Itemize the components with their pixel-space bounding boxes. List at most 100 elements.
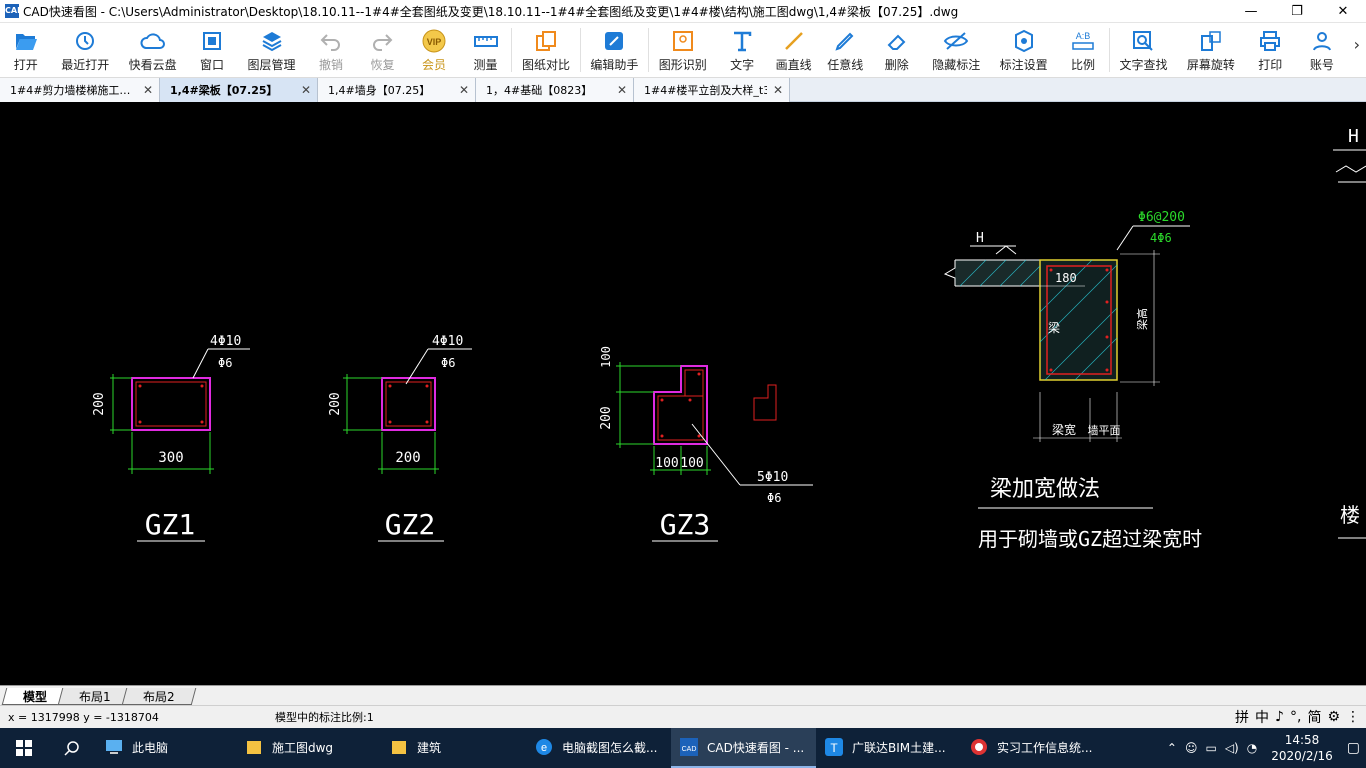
- gz3-dim-top: 100: [599, 346, 613, 368]
- toolbar-line-button[interactable]: 画直线: [768, 23, 820, 78]
- toolbar-label: 快看云盘: [128, 58, 177, 72]
- beam-widening-detail: H 180 梁 Φ6@200 4Φ6 梁高 梁宽 墙平面 梁加宽做法 用于砌墙或…: [943, 210, 1202, 551]
- line-icon: [781, 28, 807, 54]
- taskbar-item[interactable]: 施工图dwg: [236, 728, 381, 768]
- tab-1[interactable]: 1,4#梁板【07.25】 ✕: [160, 78, 318, 102]
- toolbar-edit-assistant-button[interactable]: 编辑助手: [581, 23, 648, 78]
- toolbar-label: 测量: [473, 58, 498, 72]
- gz3-dim-w1: 100: [655, 456, 678, 471]
- taskbar-item[interactable]: 建筑: [381, 728, 526, 768]
- toolbar-label: 文字查找: [1119, 58, 1168, 72]
- tab-close-icon[interactable]: ✕: [143, 83, 153, 97]
- toolbar-ruler-button[interactable]: 测量: [460, 23, 512, 78]
- start-button[interactable]: [0, 728, 48, 768]
- toolbar-user-button[interactable]: 账号: [1296, 23, 1348, 78]
- toolbar-pen-button[interactable]: 任意线: [819, 23, 871, 78]
- ime-item[interactable]: 简: [1307, 707, 1321, 727]
- toolbar-label: 文字: [730, 58, 755, 72]
- toolbar-compare-button[interactable]: 图纸对比: [512, 23, 579, 78]
- taskbar-items: 此电脑 施工图dwg 建筑 e 电脑截图怎么截... CAD CAD快速看图 - ... T 广…: [96, 728, 1106, 768]
- gz1-dim-w: 300: [158, 450, 183, 466]
- network-icon[interactable]: ◔: [1247, 741, 1257, 755]
- redo-icon: [369, 28, 395, 54]
- tab-2[interactable]: 1,4#墙身【07.25】 ✕: [318, 78, 476, 102]
- toolbar-history-button[interactable]: 最近打开: [52, 23, 119, 78]
- taskbar-item[interactable]: e 电脑截图怎么截...: [526, 728, 671, 768]
- tab-0[interactable]: 1#4#剪力墙楼梯施工… ✕: [0, 78, 160, 102]
- toolbar-rotate-screen-button[interactable]: 屏幕旋转: [1177, 23, 1244, 78]
- ime-item[interactable]: ♪: [1275, 709, 1284, 725]
- windows-taskbar: 此电脑 施工图dwg 建筑 e 电脑截图怎么截... CAD CAD快速看图 - ... T 广…: [0, 728, 1366, 768]
- toolbar-layers-button[interactable]: 图层管理: [238, 23, 305, 78]
- gz3-dim-w2: 100: [680, 456, 703, 471]
- close-button[interactable]: ✕: [1320, 0, 1366, 23]
- tab-close-icon[interactable]: ✕: [301, 83, 311, 97]
- minimize-button[interactable]: —: [1228, 0, 1274, 23]
- toolbar-cloud-button[interactable]: 快看云盘: [119, 23, 186, 78]
- layout-tab-1[interactable]: 布局1: [57, 688, 132, 705]
- toolbar-scale-button[interactable]: A:B 比例: [1057, 23, 1109, 78]
- toolbar-redo-button[interactable]: 恢复: [357, 23, 409, 78]
- toolbar-label: 标注设置: [999, 58, 1048, 72]
- toolbar-eraser-button[interactable]: 删除: [871, 23, 923, 78]
- ime-item[interactable]: ⋮: [1346, 709, 1360, 725]
- ime-item[interactable]: ⚙: [1327, 709, 1340, 725]
- toolbar-more-icon[interactable]: ›: [1348, 23, 1366, 66]
- toolbar-eye-hide-button[interactable]: 隐藏标注: [923, 23, 990, 78]
- tab-close-icon[interactable]: ✕: [617, 83, 627, 97]
- folder-open-icon: [13, 28, 39, 54]
- app-icon: [969, 737, 989, 757]
- layout-tab-2[interactable]: 布局2: [121, 688, 196, 705]
- detail-beam-label: 梁: [1048, 320, 1060, 335]
- clock[interactable]: 14:58 2020/2/16: [1265, 732, 1339, 764]
- toolbar-label: 恢复: [370, 58, 395, 72]
- tray-chevron-icon[interactable]: ⌃: [1167, 741, 1177, 755]
- toolbar-folder-open-button[interactable]: 打开: [0, 23, 52, 78]
- gz3-label: GZ3: [660, 508, 711, 541]
- text-search-icon: [1130, 28, 1156, 54]
- tab-close-icon[interactable]: ✕: [459, 83, 469, 97]
- volume-icon[interactable]: ◁): [1225, 741, 1239, 755]
- ime-item[interactable]: 中: [1255, 707, 1269, 727]
- taskbar-item[interactable]: CAD CAD快速看图 - ...: [671, 728, 816, 768]
- small-red-shape: [753, 384, 777, 421]
- taskbar-item[interactable]: 实习工作信息统...: [961, 728, 1106, 768]
- toolbar-printer-button[interactable]: 打印: [1245, 23, 1297, 78]
- window-title: CAD快速看图 - C:\Users\Administrator\Desktop…: [23, 4, 959, 19]
- toolbar-window-button[interactable]: 窗口: [186, 23, 238, 78]
- toolbar-label: 会员: [422, 58, 447, 72]
- search-button[interactable]: [48, 728, 96, 768]
- maximize-button[interactable]: ❐: [1274, 0, 1320, 23]
- tab-close-icon[interactable]: ✕: [773, 83, 783, 97]
- battery-icon[interactable]: ▭: [1205, 741, 1216, 755]
- taskbar-item[interactable]: 此电脑: [96, 728, 236, 768]
- toolbar-undo-button[interactable]: 撤销: [305, 23, 357, 78]
- gz3-stirrup-rebar: Φ6: [767, 491, 781, 505]
- cloud-icon: [140, 28, 166, 54]
- drawing-canvas[interactable]: 200 300 4Φ10 Φ6 GZ1 200 200 4Φ10 Φ6 GZ2 …: [0, 102, 1366, 685]
- folder-icon: [244, 737, 264, 757]
- tab-label: 1#4#剪力墙楼梯施工…: [10, 84, 131, 97]
- toolbar-text-button[interactable]: 文字: [716, 23, 768, 78]
- toolbar-shape-recognize-button[interactable]: 图形识别: [649, 23, 716, 78]
- tab-label: 1#4#楼平立剖及大样_t3: [644, 84, 767, 97]
- taskbar-item[interactable]: T 广联达BIM土建...: [816, 728, 961, 768]
- document-tabs: 1#4#剪力墙楼梯施工… ✕ 1,4#梁板【07.25】 ✕ 1,4#墙身【07.25】…: [0, 78, 1366, 102]
- tab-4[interactable]: 1#4#楼平立剖及大样_t3 ✕: [634, 78, 790, 102]
- edge-label-right: 楼: [1340, 503, 1360, 527]
- toolbar-vip-button[interactable]: VIP 会员: [408, 23, 460, 78]
- notification-icon[interactable]: ▢: [1347, 740, 1360, 756]
- tab-label: 1，4#基础【0823】: [486, 84, 593, 97]
- gz2-stirrup-rebar: Φ6: [441, 356, 455, 370]
- toolbar-settings-button[interactable]: 标注设置: [990, 23, 1057, 78]
- toolbar-label: 隐藏标注: [932, 58, 981, 72]
- tab-3[interactable]: 1，4#基础【0823】 ✕: [476, 78, 634, 102]
- ime-item[interactable]: °,: [1290, 709, 1301, 725]
- search-icon: [64, 741, 79, 756]
- layout-tab-label: 布局2: [142, 689, 175, 704]
- ime-item[interactable]: 拼: [1235, 707, 1249, 727]
- toolbar-text-search-button[interactable]: 文字查找: [1110, 23, 1177, 78]
- system-tray: ⌃ ☺ ▭ ◁) ◔ 14:58 2020/2/16 ▢: [1167, 728, 1366, 768]
- status-bar: x = 1317998 y = -1318704 模型中的标注比例:1 拼中 ♪ °…: [0, 705, 1366, 728]
- tray-app-icon[interactable]: ☺: [1185, 741, 1198, 755]
